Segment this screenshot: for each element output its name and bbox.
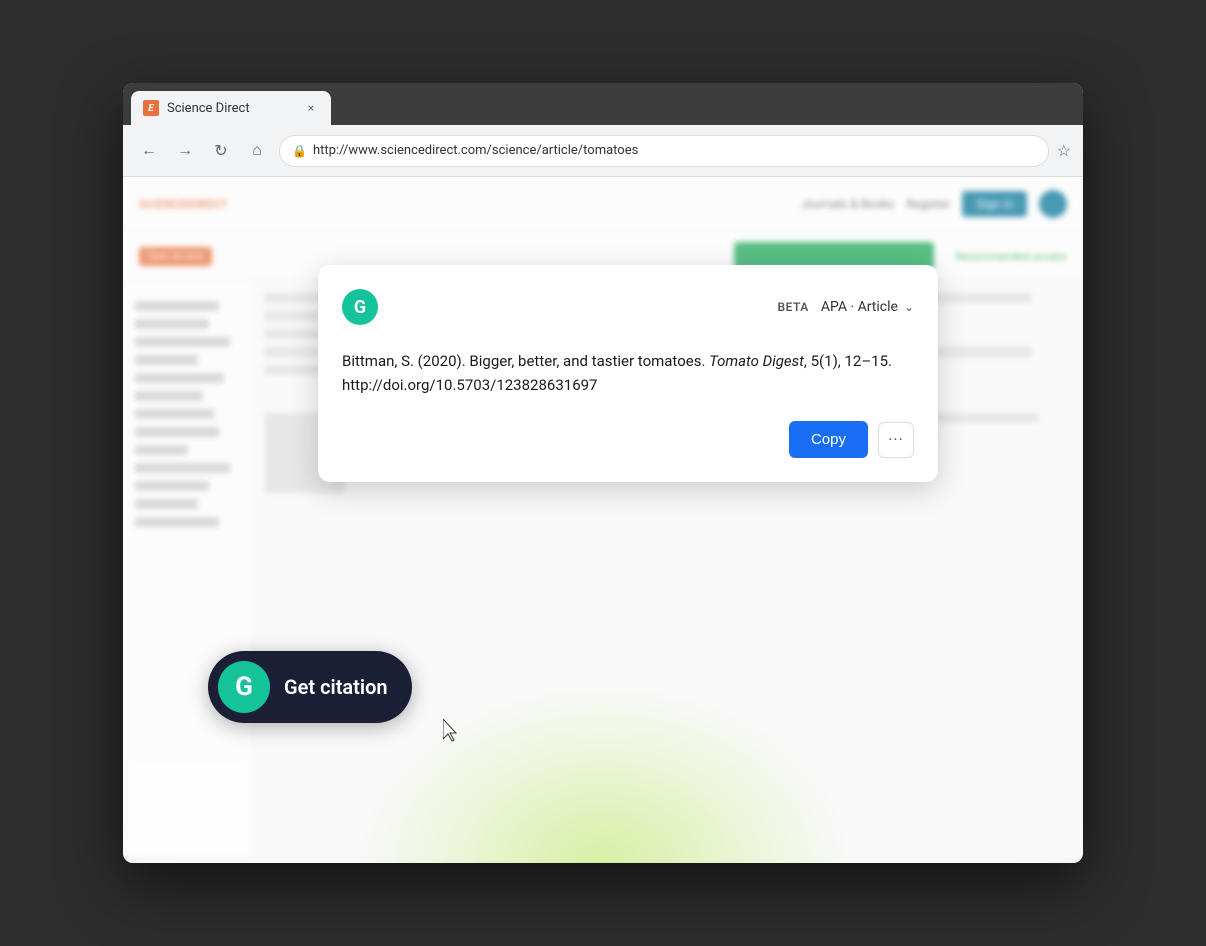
grammarly-logo-icon: G — [342, 289, 378, 325]
get-citation-button[interactable]: G Get citation — [208, 651, 412, 723]
tab-favicon: E — [143, 100, 159, 116]
page-content: ScienceDirect Journals & Books Register … — [123, 177, 1083, 863]
popup-header: G BETA APA · Article ⌄ — [342, 289, 914, 325]
more-options-button[interactable]: ··· — [878, 422, 914, 458]
url-text: http://www.sciencedirect.com/science/art… — [313, 143, 638, 158]
get-citation-icon: G — [218, 661, 270, 713]
copy-button[interactable]: Copy — [789, 421, 868, 458]
sciencedirect-logo: ScienceDirect — [139, 198, 227, 211]
citation-text: Bittman, S. (2020). Bigger, better, and … — [342, 349, 914, 397]
article-sidebar — [123, 281, 253, 857]
refresh-button[interactable]: ↻ — [207, 137, 235, 165]
open-access-badge: Open access — [139, 247, 212, 266]
popup-actions: Copy ··· — [342, 421, 914, 458]
citation-style-selector[interactable]: APA · Article ⌄ — [821, 299, 914, 315]
tab-close-button[interactable]: × — [303, 100, 319, 116]
user-avatar — [1039, 190, 1067, 218]
citation-italic-text: Tomato Digest — [709, 352, 804, 370]
title-bar: E Science Direct × — [123, 83, 1083, 125]
chevron-down-icon: ⌄ — [904, 300, 914, 314]
browser-window: E Science Direct × ← → ↻ ⌂ 🔒 http://www.… — [123, 83, 1083, 863]
refresh-icon: ↻ — [214, 141, 227, 161]
forward-icon: → — [177, 142, 193, 160]
citation-plain-text: Bittman, S. (2020). Bigger, better, and … — [342, 352, 709, 370]
back-button[interactable]: ← — [135, 137, 163, 165]
home-icon: ⌂ — [252, 142, 262, 160]
back-icon: ← — [141, 142, 157, 160]
get-citation-label: Get citation — [284, 675, 388, 699]
signin-button[interactable]: Sign in — [962, 191, 1027, 217]
citation-style-label: APA · Article — [821, 299, 898, 315]
beta-badge: BETA — [778, 300, 809, 314]
citation-after-italic: , 5(1), 12–15. — [804, 352, 892, 370]
bookmark-icon[interactable]: ☆ — [1057, 141, 1071, 160]
citation-popup: G BETA APA · Article ⌄ Bittman, S. (2020… — [318, 265, 938, 482]
address-bar[interactable]: 🔒 http://www.sciencedirect.com/science/a… — [279, 135, 1049, 167]
citation-doi: http://doi.org/10.5703/123828631697 — [342, 376, 597, 394]
tab-title: Science Direct — [167, 101, 295, 116]
header-right: Journals & Books Register Sign in — [801, 190, 1067, 218]
address-bar-area: ← → ↻ ⌂ 🔒 http://www.sciencedirect.com/s… — [123, 125, 1083, 177]
browser-tab[interactable]: E Science Direct × — [131, 91, 331, 125]
register-link: Register — [906, 197, 950, 211]
journals-link: Journals & Books — [801, 197, 894, 211]
forward-button[interactable]: → — [171, 137, 199, 165]
lock-icon: 🔒 — [292, 144, 307, 158]
home-button[interactable]: ⌂ — [243, 137, 271, 165]
access-text: Recommended access — [956, 250, 1068, 263]
sciencedirect-header: ScienceDirect Journals & Books Register … — [123, 177, 1083, 232]
